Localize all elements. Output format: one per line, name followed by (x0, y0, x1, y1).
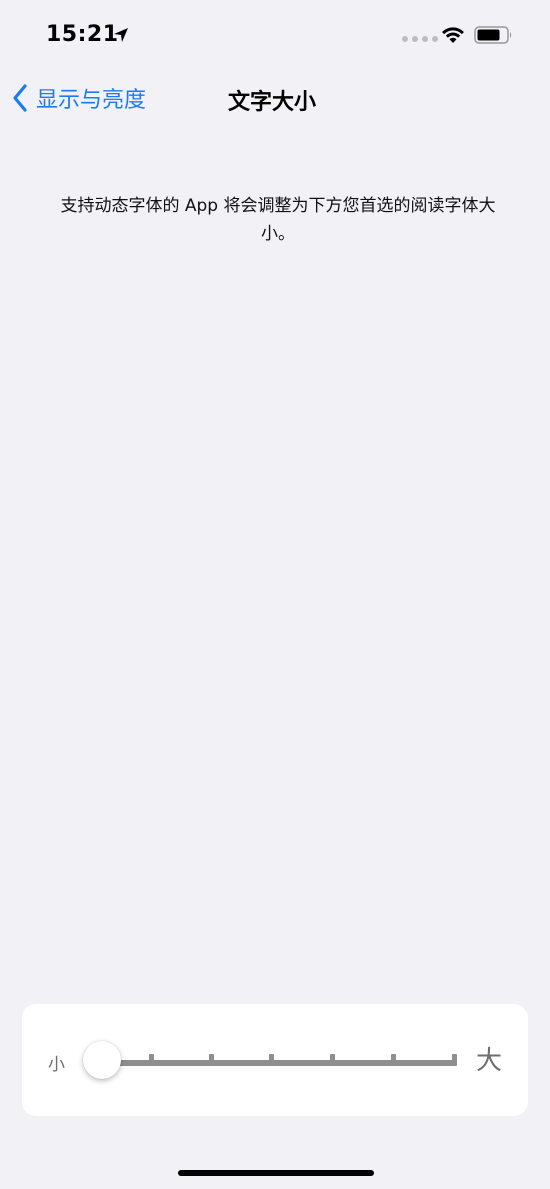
back-button[interactable]: 显示与亮度 (12, 82, 146, 114)
status-time: 15:21 (46, 22, 119, 47)
location-arrow-icon (114, 28, 128, 42)
slider-tick (269, 1054, 274, 1066)
wifi-icon (442, 27, 464, 43)
text-size-slider-card: 小 大 (22, 1004, 528, 1116)
slider-tick (391, 1054, 396, 1066)
slider-tick (452, 1054, 457, 1066)
slider-tick (209, 1054, 214, 1066)
slider-tick (330, 1054, 335, 1066)
slider-thumb[interactable] (83, 1041, 121, 1079)
home-indicator (178, 1170, 374, 1176)
slider-max-label: 大 (476, 1046, 503, 1076)
chevron-left-icon (13, 84, 27, 112)
slider-track[interactable] (102, 1060, 456, 1066)
slider-tick (149, 1054, 154, 1066)
page-title: 文字大小 (228, 90, 317, 115)
back-button-label: 显示与亮度 (36, 88, 147, 113)
slider-min-label: 小 (48, 1055, 65, 1075)
battery-icon (474, 26, 512, 44)
cellular-dots-icon (402, 36, 438, 42)
status-bar: 15:21 (0, 0, 550, 70)
navigation-bar: 显示与亮度 文字大小 (0, 70, 550, 126)
description-text: 支持动态字体的 App 将会调整为下方您首选的阅读字体大小。 (60, 196, 496, 244)
